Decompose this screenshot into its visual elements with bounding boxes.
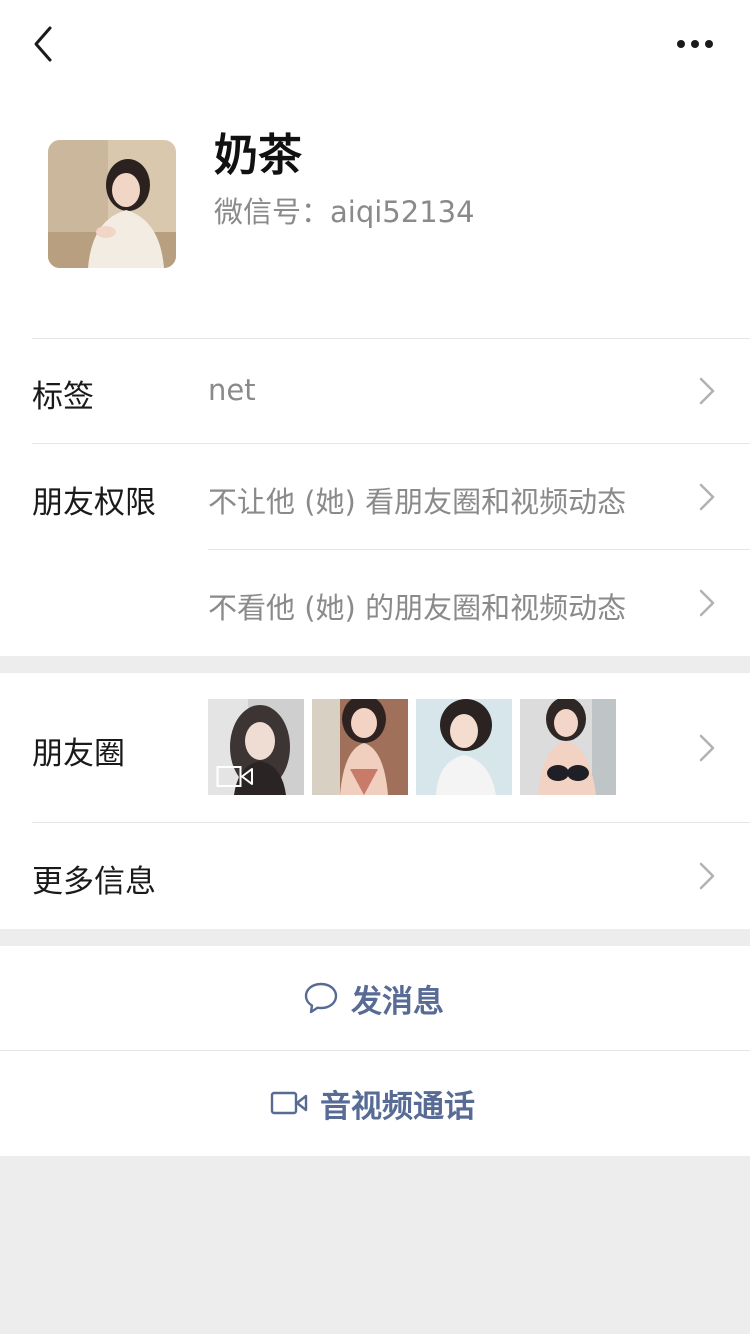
actions-section: 发消息 音视频通话 — [0, 946, 750, 1156]
more-info-label: 更多信息 — [32, 864, 156, 900]
moment-thumbnail — [416, 699, 512, 795]
tags-value: net — [208, 373, 256, 407]
profile-section: 奶茶 微信号：aiqi52134 标签 net 朋友权限 不让他 (她) 看朋友… — [0, 0, 750, 656]
video-call-label: 音视频通话 — [320, 1088, 475, 1125]
more-icon[interactable] — [670, 30, 720, 58]
moments-row[interactable]: 朋友圈 — [0, 673, 750, 821]
friend-permission-label: 朋友权限 — [32, 485, 156, 521]
more-info-row[interactable]: 更多信息 — [0, 823, 750, 929]
moments-section: 朋友圈 更多信息 — [0, 673, 750, 929]
tags-row[interactable]: 标签 net — [0, 339, 750, 443]
back-icon[interactable] — [28, 24, 58, 64]
friend-permission-row[interactable]: 朋友权限 不让他 (她) 看朋友圈和视频动态 — [0, 444, 750, 549]
tags-label: 标签 — [32, 379, 94, 415]
nickname: 奶茶 — [214, 130, 302, 181]
send-message-button[interactable]: 发消息 — [0, 946, 750, 1050]
video-indicator-icon — [216, 766, 253, 787]
chevron-right-icon — [699, 734, 715, 762]
wechat-id: 微信号：aiqi52134 — [214, 195, 475, 229]
chat-bubble-icon — [304, 982, 338, 1014]
hide-their-moments-row[interactable]: 不看他 (她) 的朋友圈和视频动态 — [0, 550, 750, 655]
moments-label: 朋友圈 — [32, 736, 125, 772]
hide-their-moments-option: 不看他 (她) 的朋友圈和视频动态 — [208, 591, 627, 625]
video-camera-icon — [270, 1091, 308, 1115]
navigation-bar — [0, 0, 750, 88]
chevron-right-icon — [699, 862, 715, 890]
video-call-button[interactable]: 音视频通话 — [0, 1051, 750, 1155]
chevron-right-icon — [699, 589, 715, 617]
avatar[interactable] — [48, 140, 176, 268]
moment-thumbnail — [208, 699, 304, 795]
moment-thumbnail — [312, 699, 408, 795]
send-message-label: 发消息 — [351, 983, 444, 1020]
moment-thumbnail — [520, 699, 616, 795]
hide-my-moments-option: 不让他 (她) 看朋友圈和视频动态 — [208, 485, 627, 519]
chevron-right-icon — [699, 377, 715, 405]
chevron-right-icon — [699, 483, 715, 511]
